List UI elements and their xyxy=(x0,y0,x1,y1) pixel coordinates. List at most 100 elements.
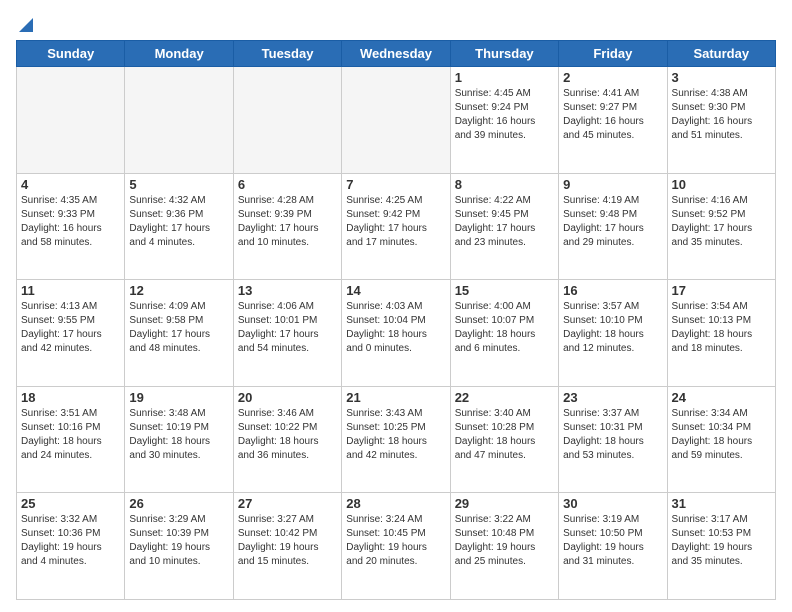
day-info: Sunrise: 3:57 AM Sunset: 10:10 PM Daylig… xyxy=(563,300,662,356)
day-info: Sunrise: 3:46 AM Sunset: 10:22 PM Daylig… xyxy=(238,407,337,463)
day-info: Sunrise: 3:29 AM Sunset: 10:39 PM Daylig… xyxy=(129,513,228,569)
logo xyxy=(16,16,33,32)
day-number: 7 xyxy=(346,177,445,192)
calendar-cell: 28Sunrise: 3:24 AM Sunset: 10:45 PM Dayl… xyxy=(342,493,450,600)
day-info: Sunrise: 4:35 AM Sunset: 9:33 PM Dayligh… xyxy=(21,194,120,250)
calendar-cell: 19Sunrise: 3:48 AM Sunset: 10:19 PM Dayl… xyxy=(125,386,233,493)
calendar-cell: 1 Sunrise: 4:45 AM Sunset: 9:24 PM Daylig… xyxy=(450,67,558,174)
calendar-cell: 31 Sunrise: 3:17 AM Sunset: 10:53 PM Dayl… xyxy=(667,493,775,600)
day-number: 9 xyxy=(563,177,662,192)
day-number: 4 xyxy=(21,177,120,192)
logo-triangle-icon xyxy=(19,18,33,32)
day-info: Sunrise: 4:25 AM Sunset: 9:42 PM Dayligh… xyxy=(346,194,445,250)
calendar-cell: 21Sunrise: 3:43 AM Sunset: 10:25 PM Dayl… xyxy=(342,386,450,493)
header xyxy=(16,16,776,32)
calendar-cell: 29 Sunrise: 3:22 AM Sunset: 10:48 PM Dayl… xyxy=(450,493,558,600)
day-number: 29 xyxy=(455,496,554,511)
calendar-cell: 24 Sunrise: 3:34 AM Sunset: 10:34 PM Dayl… xyxy=(667,386,775,493)
day-info: Sunrise: 4:45 AM Sunset: 9:24 PM Dayligh… xyxy=(455,87,554,143)
calendar-cell: 16 Sunrise: 3:57 AM Sunset: 10:10 PM Dayl… xyxy=(559,280,667,387)
day-info: Sunrise: 3:27 AM Sunset: 10:42 PM Daylig… xyxy=(238,513,337,569)
day-info: Sunrise: 4:09 AM Sunset: 9:58 PM Dayligh… xyxy=(129,300,228,356)
day-info: Sunrise: 3:51 AM Sunset: 10:16 PM Daylig… xyxy=(21,407,120,463)
day-info: Sunrise: 3:17 AM Sunset: 10:53 PM Daylig… xyxy=(672,513,771,569)
day-info: Sunrise: 4:13 AM Sunset: 9:55 PM Dayligh… xyxy=(21,300,120,356)
calendar-cell xyxy=(233,67,341,174)
day-number: 24 xyxy=(672,390,771,405)
weekday-saturday: Saturday xyxy=(667,41,775,67)
day-number: 1 xyxy=(455,70,554,85)
calendar-cell xyxy=(17,67,125,174)
weekday-monday: Monday xyxy=(125,41,233,67)
day-number: 6 xyxy=(238,177,337,192)
day-number: 17 xyxy=(672,283,771,298)
calendar-week-5: 25Sunrise: 3:32 AM Sunset: 10:36 PM Dayl… xyxy=(17,493,776,600)
day-info: Sunrise: 3:54 AM Sunset: 10:13 PM Daylig… xyxy=(672,300,771,356)
day-number: 21 xyxy=(346,390,445,405)
day-number: 16 xyxy=(563,283,662,298)
calendar-cell: 11 Sunrise: 4:13 AM Sunset: 9:55 PM Dayli… xyxy=(17,280,125,387)
day-info: Sunrise: 4:03 AM Sunset: 10:04 PM Daylig… xyxy=(346,300,445,356)
calendar-cell: 18Sunrise: 3:51 AM Sunset: 10:16 PM Dayl… xyxy=(17,386,125,493)
weekday-thursday: Thursday xyxy=(450,41,558,67)
day-info: Sunrise: 3:34 AM Sunset: 10:34 PM Daylig… xyxy=(672,407,771,463)
calendar-cell: 6 Sunrise: 4:28 AM Sunset: 9:39 PM Daylig… xyxy=(233,173,341,280)
calendar-cell: 20Sunrise: 3:46 AM Sunset: 10:22 PM Dayl… xyxy=(233,386,341,493)
calendar-week-4: 18Sunrise: 3:51 AM Sunset: 10:16 PM Dayl… xyxy=(17,386,776,493)
calendar-cell: 10Sunrise: 4:16 AM Sunset: 9:52 PM Dayli… xyxy=(667,173,775,280)
day-info: Sunrise: 3:22 AM Sunset: 10:48 PM Daylig… xyxy=(455,513,554,569)
day-info: Sunrise: 4:06 AM Sunset: 10:01 PM Daylig… xyxy=(238,300,337,356)
day-number: 12 xyxy=(129,283,228,298)
calendar-cell: 17 Sunrise: 3:54 AM Sunset: 10:13 PM Dayl… xyxy=(667,280,775,387)
day-number: 11 xyxy=(21,283,120,298)
day-info: Sunrise: 4:19 AM Sunset: 9:48 PM Dayligh… xyxy=(563,194,662,250)
page: SundayMondayTuesdayWednesdayThursdayFrid… xyxy=(0,0,792,612)
calendar-cell: 15Sunrise: 4:00 AM Sunset: 10:07 PM Dayl… xyxy=(450,280,558,387)
calendar-cell: 14Sunrise: 4:03 AM Sunset: 10:04 PM Dayl… xyxy=(342,280,450,387)
weekday-friday: Friday xyxy=(559,41,667,67)
weekday-sunday: Sunday xyxy=(17,41,125,67)
weekday-wednesday: Wednesday xyxy=(342,41,450,67)
day-info: Sunrise: 3:40 AM Sunset: 10:28 PM Daylig… xyxy=(455,407,554,463)
day-info: Sunrise: 4:00 AM Sunset: 10:07 PM Daylig… xyxy=(455,300,554,356)
day-info: Sunrise: 4:28 AM Sunset: 9:39 PM Dayligh… xyxy=(238,194,337,250)
day-number: 26 xyxy=(129,496,228,511)
calendar-cell: 3Sunrise: 4:38 AM Sunset: 9:30 PM Daylig… xyxy=(667,67,775,174)
day-info: Sunrise: 4:32 AM Sunset: 9:36 PM Dayligh… xyxy=(129,194,228,250)
day-info: Sunrise: 4:22 AM Sunset: 9:45 PM Dayligh… xyxy=(455,194,554,250)
calendar-cell: 13 Sunrise: 4:06 AM Sunset: 10:01 PM Dayl… xyxy=(233,280,341,387)
calendar-cell: 30 Sunrise: 3:19 AM Sunset: 10:50 PM Dayl… xyxy=(559,493,667,600)
day-number: 28 xyxy=(346,496,445,511)
day-info: Sunrise: 4:41 AM Sunset: 9:27 PM Dayligh… xyxy=(563,87,662,143)
day-info: Sunrise: 3:32 AM Sunset: 10:36 PM Daylig… xyxy=(21,513,120,569)
day-number: 27 xyxy=(238,496,337,511)
calendar-cell: 4 Sunrise: 4:35 AM Sunset: 9:33 PM Daylig… xyxy=(17,173,125,280)
day-number: 2 xyxy=(563,70,662,85)
calendar-cell: 9 Sunrise: 4:19 AM Sunset: 9:48 PM Daylig… xyxy=(559,173,667,280)
weekday-tuesday: Tuesday xyxy=(233,41,341,67)
day-number: 30 xyxy=(563,496,662,511)
calendar-cell: 25Sunrise: 3:32 AM Sunset: 10:36 PM Dayl… xyxy=(17,493,125,600)
calendar-cell: 22 Sunrise: 3:40 AM Sunset: 10:28 PM Dayl… xyxy=(450,386,558,493)
calendar-week-3: 11 Sunrise: 4:13 AM Sunset: 9:55 PM Dayli… xyxy=(17,280,776,387)
calendar-cell: 26 Sunrise: 3:29 AM Sunset: 10:39 PM Dayl… xyxy=(125,493,233,600)
day-info: Sunrise: 4:16 AM Sunset: 9:52 PM Dayligh… xyxy=(672,194,771,250)
calendar-cell: 5 Sunrise: 4:32 AM Sunset: 9:36 PM Daylig… xyxy=(125,173,233,280)
day-number: 3 xyxy=(672,70,771,85)
day-number: 5 xyxy=(129,177,228,192)
calendar-cell: 2 Sunrise: 4:41 AM Sunset: 9:27 PM Daylig… xyxy=(559,67,667,174)
day-number: 31 xyxy=(672,496,771,511)
calendar-cell: 8Sunrise: 4:22 AM Sunset: 9:45 PM Daylig… xyxy=(450,173,558,280)
calendar-week-2: 4 Sunrise: 4:35 AM Sunset: 9:33 PM Daylig… xyxy=(17,173,776,280)
day-number: 23 xyxy=(563,390,662,405)
calendar-body: 1 Sunrise: 4:45 AM Sunset: 9:24 PM Daylig… xyxy=(17,67,776,600)
day-number: 22 xyxy=(455,390,554,405)
day-info: Sunrise: 3:19 AM Sunset: 10:50 PM Daylig… xyxy=(563,513,662,569)
calendar-cell xyxy=(342,67,450,174)
day-number: 13 xyxy=(238,283,337,298)
calendar-cell: 12 Sunrise: 4:09 AM Sunset: 9:58 PM Dayli… xyxy=(125,280,233,387)
calendar-cell: 23Sunrise: 3:37 AM Sunset: 10:31 PM Dayl… xyxy=(559,386,667,493)
day-number: 19 xyxy=(129,390,228,405)
weekday-header-row: SundayMondayTuesdayWednesdayThursdayFrid… xyxy=(17,41,776,67)
calendar-cell: 27 Sunrise: 3:27 AM Sunset: 10:42 PM Dayl… xyxy=(233,493,341,600)
